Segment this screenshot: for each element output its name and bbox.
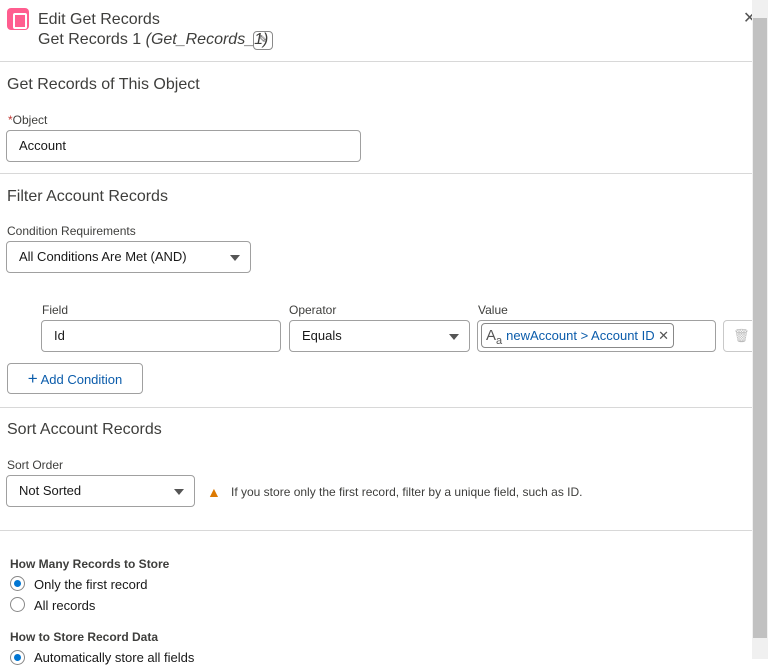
divider: [0, 61, 752, 62]
panel-title: Edit Get Records: [38, 11, 160, 28]
sort-order-select[interactable]: Not Sorted: [6, 475, 195, 507]
add-condition-button[interactable]: + Add Condition: [7, 363, 143, 394]
api-name: (Get_Records_1): [145, 31, 269, 48]
how-store-heading: How to Store Record Data: [10, 630, 159, 644]
sort-order-value: Not Sorted: [19, 483, 82, 498]
operator-value: Equals: [302, 328, 342, 343]
section-heading-sort: Sort Account Records: [7, 421, 162, 438]
option-auto-store: Automatically store all fields: [34, 650, 195, 665]
divider: [0, 407, 752, 408]
warning-text: If you store only the first record, filt…: [231, 485, 583, 499]
section-heading-object: Get Records of This Object: [7, 76, 200, 93]
operator-column-label: Operator: [289, 303, 337, 317]
option-all-records: All records: [34, 598, 96, 613]
divider: [0, 530, 752, 531]
section-heading-filter: Filter Account Records: [7, 188, 168, 205]
object-label: *Object: [8, 113, 47, 127]
condition-select[interactable]: All Conditions Are Met (AND): [6, 241, 251, 273]
option-first-record: Only the first record: [34, 577, 148, 592]
object-input[interactable]: Account: [6, 130, 361, 162]
radio-all-records[interactable]: [10, 597, 25, 612]
how-many-heading: How Many Records to Store: [10, 557, 170, 571]
condition-value: All Conditions Are Met (AND): [19, 249, 187, 264]
value-column-label: Value: [478, 303, 508, 317]
radio-first-record[interactable]: [10, 576, 25, 591]
field-input[interactable]: Id: [41, 320, 281, 352]
condition-label: Condition Requirements: [7, 224, 136, 238]
sort-order-label: Sort Order: [7, 458, 64, 472]
scrollbar-thumb[interactable]: [753, 18, 767, 638]
element-label: Get Records 1 (Get_Records_1): [38, 31, 268, 49]
add-condition-label: Add Condition: [40, 372, 123, 387]
radio-auto-store[interactable]: [10, 650, 25, 665]
value-pill: Aa newAccount > Account ID ✕: [481, 323, 674, 348]
get-records-icon: [7, 8, 29, 30]
divider: [0, 173, 752, 174]
operator-select[interactable]: Equals: [289, 320, 470, 352]
warning-icon: ▲: [207, 484, 221, 500]
text-type-icon: Aa: [486, 327, 503, 347]
plus-icon: +: [27, 369, 38, 388]
object-label-text: Object: [12, 113, 48, 127]
element-name: Get Records 1: [38, 31, 142, 48]
remove-icon[interactable]: ✕: [658, 324, 669, 347]
pencil-icon[interactable]: ✎: [253, 31, 273, 50]
field-column-label: Field: [42, 303, 69, 317]
value-text: newAccount > Account ID: [506, 328, 655, 343]
